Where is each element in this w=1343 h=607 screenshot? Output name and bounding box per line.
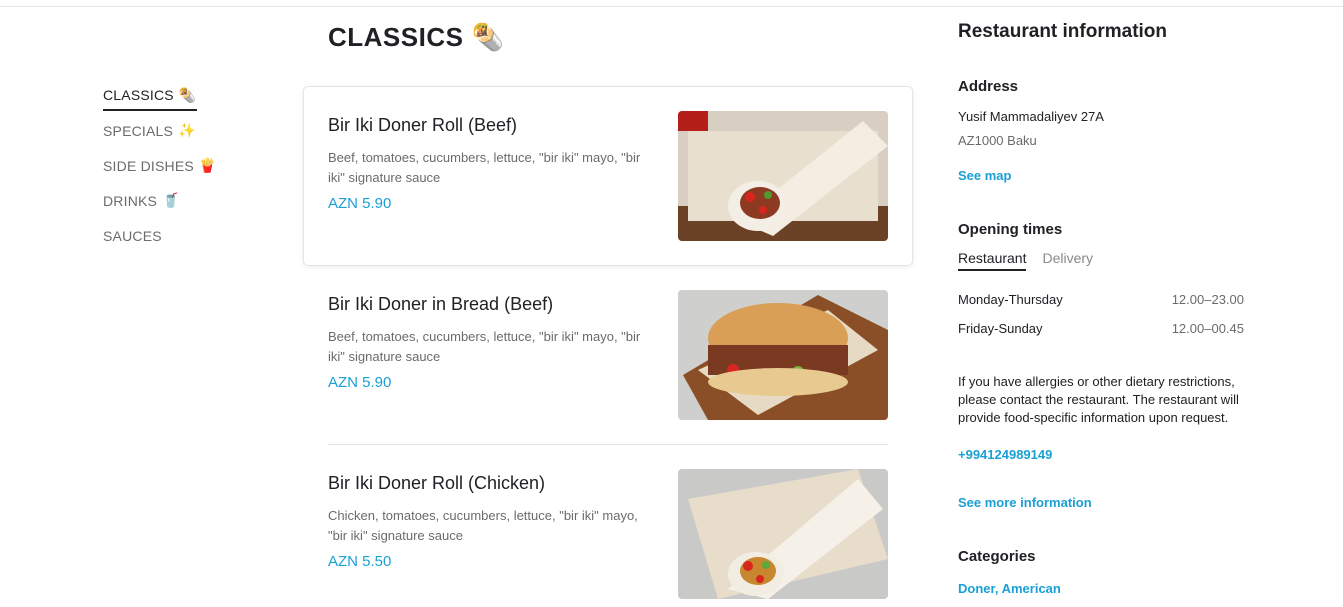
nav-item-classics[interactable]: CLASSICS 🌯 — [103, 78, 263, 113]
nav-item-label: DRINKS — [103, 192, 158, 209]
hours-day: Monday-Thursday — [958, 292, 1063, 307]
doner-roll-chicken-photo — [678, 469, 888, 599]
hours-row: Friday-Sunday 12.00–00.45 — [958, 321, 1244, 336]
categories-heading: Categories — [958, 548, 1036, 565]
burrito-icon: 🌯 — [178, 87, 197, 104]
hours-time: 12.00–00.45 — [1171, 321, 1244, 336]
allergy-notice: If you have allergies or other dietary r… — [958, 374, 1239, 425]
nav-item-side-dishes[interactable]: SIDE DISHES 🍟 — [103, 148, 263, 183]
phone-link[interactable]: +994124989149 — [958, 447, 1052, 462]
sparkles-icon: ✨ — [178, 122, 196, 139]
nav-item-specials[interactable]: SPECIALS ✨ — [103, 113, 263, 148]
hours-day: Friday-Sunday — [958, 321, 1043, 336]
nav-item-drinks[interactable]: DRINKS 🥤 — [103, 183, 263, 218]
nav-item-label: SIDE DISHES — [103, 157, 194, 174]
category-separator: , — [994, 581, 1002, 596]
menu-item-name: Bir Iki Doner in Bread (Beef) — [328, 294, 554, 314]
address-line-2: AZ1000 Baku — [958, 133, 1037, 148]
menu-item-price: AZN 5.50 — [328, 553, 392, 570]
see-more-information-link[interactable]: See more information — [958, 495, 1092, 510]
hours-row: Monday-Thursday 12.00–23.00 — [958, 292, 1244, 307]
fries-icon: 🍟 — [198, 157, 217, 174]
nav-item-label: CLASSICS — [103, 86, 174, 103]
section-title: CLASSICS 🌯 — [328, 22, 504, 53]
menu-item-card[interactable]: Bir Iki Doner Roll (Chicken) Chicken, to… — [328, 469, 888, 600]
menu-item-name: Bir Iki Doner Roll (Chicken) — [328, 473, 546, 493]
categories-list: Doner, American — [958, 581, 1061, 596]
doner-roll-photo — [678, 111, 888, 241]
opening-times-heading: Opening times — [958, 221, 1063, 238]
address-line-1: Yusif Mammadaliyev 27A — [958, 109, 1104, 124]
menu-item-card[interactable]: Bir Iki Doner Roll (Beef) Beef, tomatoes… — [303, 86, 913, 266]
nav-item-label: SPECIALS — [103, 122, 174, 139]
tab-delivery[interactable]: Delivery — [1042, 250, 1093, 271]
menu-item-price: AZN 5.90 — [328, 195, 392, 212]
menu-item-description: Chicken, tomatoes, cucumbers, lettuce, "… — [328, 508, 638, 543]
burrito-icon: 🌯 — [471, 22, 505, 53]
opening-times-tabs: Restaurant Delivery — [958, 250, 1109, 271]
tab-restaurant[interactable]: Restaurant — [958, 250, 1027, 271]
doner-bread-photo — [678, 290, 888, 420]
hours-time: 12.00–23.00 — [1171, 292, 1244, 307]
top-divider — [0, 6, 1343, 7]
nav-item-sauces[interactable]: SAUCES — [103, 218, 263, 253]
menu-divider — [328, 444, 888, 445]
menu-item-price: AZN 5.90 — [328, 374, 392, 391]
menu-item-card[interactable]: Bir Iki Doner in Bread (Beef) Beef, toma… — [328, 290, 888, 421]
info-title: Restaurant information — [958, 21, 1168, 42]
see-map-link[interactable]: See map — [958, 168, 1011, 183]
menu-item-name: Bir Iki Doner Roll (Beef) — [328, 115, 518, 135]
address-heading: Address — [958, 78, 1019, 95]
category-link-american[interactable]: American — [1002, 581, 1061, 596]
category-link-doner[interactable]: Doner — [958, 581, 995, 596]
section-title-text: CLASSICS — [328, 22, 464, 52]
menu-item-description: Beef, tomatoes, cucumbers, lettuce, "bir… — [328, 329, 641, 364]
menu-item-description: Beef, tomatoes, cucumbers, lettuce, "bir… — [328, 150, 641, 185]
drink-cup-icon: 🥤 — [162, 192, 180, 209]
nav-item-label: SAUCES — [103, 227, 162, 244]
category-nav: CLASSICS 🌯 SPECIALS ✨ SIDE DISHES 🍟 DRINKS 🥤… — [103, 78, 263, 253]
